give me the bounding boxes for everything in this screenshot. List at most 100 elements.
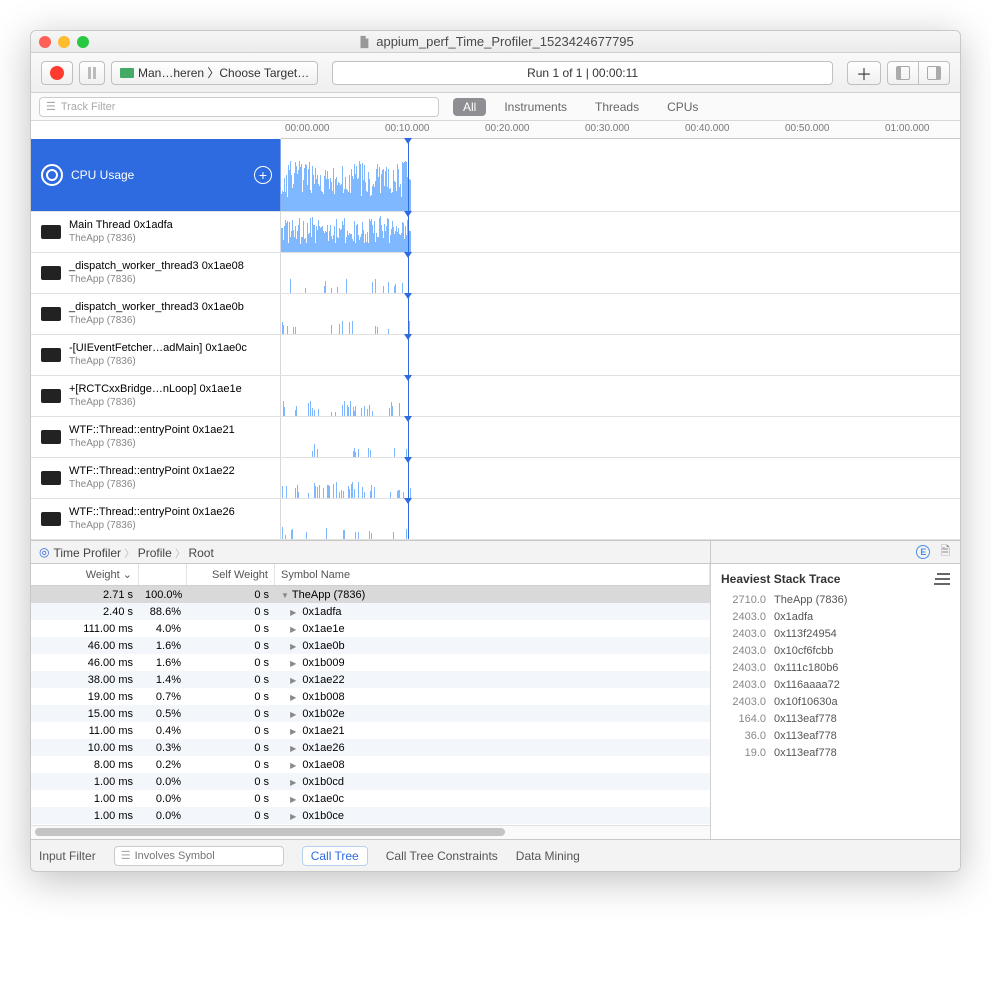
target-selector[interactable]: Man…heren 〉Choose Target… [111, 61, 318, 85]
cpu-usage-track[interactable]: CPU Usage + [31, 139, 960, 212]
playhead[interactable] [408, 253, 409, 293]
disclosure-triangle[interactable]: ▶ [290, 625, 296, 634]
thread-icon [41, 471, 61, 485]
playhead[interactable] [408, 335, 409, 375]
input-filter-label[interactable]: Input Filter [39, 849, 96, 863]
tree-row[interactable]: 2.40 s88.6%0 s ▶ 0x1adfa [31, 603, 710, 620]
filter-tab-all[interactable]: All [453, 98, 486, 116]
filter-tab-cpus[interactable]: CPUs [657, 98, 708, 116]
col-weight[interactable]: Weight ⌄ [31, 564, 139, 585]
tree-row[interactable]: 38.00 ms1.4%0 s ▶ 0x1ae22 [31, 671, 710, 688]
tree-row[interactable]: 111.00 ms4.0%0 s ▶ 0x1ae1e [31, 620, 710, 637]
col-self-weight[interactable]: Self Weight [187, 564, 275, 585]
add-instrument-button[interactable]: + [254, 166, 272, 184]
run-info[interactable]: Run 1 of 1 | 00:00:11 [332, 61, 833, 85]
breadcrumb-item[interactable]: Root [188, 546, 213, 560]
disclosure-triangle[interactable]: ▶ [290, 812, 296, 821]
footer-bar: Input Filter ☰ Call Tree Call Tree Const… [31, 839, 960, 871]
tree-row[interactable]: 1.00 ms0.0%0 s ▶ 0x1b0ce [31, 807, 710, 824]
thread-track[interactable]: +[RCTCxxBridge…nLoop] 0x1ae1eTheApp (783… [31, 376, 960, 417]
cpu-icon [41, 164, 63, 186]
tree-row[interactable]: 10.00 ms0.3%0 s ▶ 0x1ae26 [31, 739, 710, 756]
disclosure-triangle[interactable]: ▶ [290, 710, 296, 719]
thread-track[interactable]: _dispatch_worker_thread3 0x1ae0bTheApp (… [31, 294, 960, 335]
stack-row[interactable]: 2403.00x10cf6fcbb [721, 643, 950, 660]
info-button[interactable]: E [916, 545, 930, 559]
tree-row[interactable]: 1.00 ms0.0%0 s ▶ 0x1ae0c [31, 790, 710, 807]
tree-row[interactable]: 46.00 ms1.6%0 s ▶ 0x1b009 [31, 654, 710, 671]
tree-row[interactable]: 11.00 ms0.4%0 s ▶ 0x1ae21 [31, 722, 710, 739]
stack-row[interactable]: 2403.00x116aaaa72 [721, 677, 950, 694]
cpu-graph[interactable] [281, 139, 960, 211]
playhead[interactable] [408, 139, 409, 211]
disclosure-triangle[interactable]: ▶ [290, 676, 296, 685]
breadcrumb-item[interactable]: Profile [138, 546, 172, 560]
playhead[interactable] [408, 376, 409, 416]
tree-row[interactable]: 19.00 ms0.7%0 s ▶ 0x1b008 [31, 688, 710, 705]
tree-row[interactable]: 1.00 ms0.0%0 s ▶ 0x1b0cd [31, 773, 710, 790]
doc-icon[interactable]: 🗎 [940, 542, 950, 563]
playhead[interactable] [408, 499, 409, 539]
pause-button[interactable] [79, 61, 105, 85]
horizontal-scrollbar[interactable] [31, 825, 710, 839]
breadcrumb-item[interactable]: Time Profiler [53, 546, 121, 560]
involves-symbol-search[interactable]: ☰ [114, 846, 284, 866]
col-symbol[interactable]: Symbol Name [275, 564, 710, 585]
data-mining-button[interactable]: Data Mining [516, 849, 580, 863]
disclosure-triangle[interactable]: ▶ [290, 727, 296, 736]
thread-icon [41, 430, 61, 444]
stack-row[interactable]: 2403.0 0x1adfa [721, 609, 950, 626]
disclosure-triangle[interactable]: ▶ [290, 659, 296, 668]
disclosure-triangle[interactable]: ▶ [290, 778, 296, 787]
tree-row[interactable]: 8.00 ms0.2%0 s ▶ 0x1ae08 [31, 756, 710, 773]
disclosure-triangle[interactable]: ▼ [281, 591, 289, 600]
stack-row[interactable]: 2403.00x10f10630a [721, 694, 950, 711]
playhead[interactable] [408, 294, 409, 334]
filter-tab-instruments[interactable]: Instruments [494, 98, 577, 116]
disclosure-triangle[interactable]: ▶ [290, 744, 296, 753]
disclosure-triangle[interactable]: ▶ [290, 608, 296, 617]
thread-track[interactable]: Main Thread 0x1adfaTheApp (7836) [31, 212, 960, 253]
playhead[interactable] [408, 212, 409, 252]
stack-row[interactable]: 36.00x113eaf778 [721, 728, 950, 745]
filter-tab-threads[interactable]: Threads [585, 98, 649, 116]
thread-track[interactable]: WTF::Thread::entryPoint 0x1ae22TheApp (7… [31, 458, 960, 499]
time-ruler[interactable]: 00:00.00000:10.00000:20.00000:30.00000:4… [281, 121, 960, 139]
track-filter-search[interactable]: ☰ [39, 97, 439, 117]
involves-symbol-input[interactable] [135, 850, 277, 862]
stack-row[interactable]: 2403.00x113f24954 [721, 626, 950, 643]
disclosure-triangle[interactable]: ▶ [290, 761, 296, 770]
playhead[interactable] [408, 417, 409, 457]
tree-row[interactable]: 2.71 s100.0%0 s▼TheApp (7836) [31, 586, 710, 603]
detail-breadcrumb: ◎ Time Profiler 〉 Profile 〉 Root E 🗎 [31, 540, 960, 564]
thread-track[interactable]: WTF::Thread::entryPoint 0x1ae21TheApp (7… [31, 417, 960, 458]
panel-left-icon [896, 66, 910, 80]
thread-track[interactable]: -[UIEventFetcher…adMain] 0x1ae0cTheApp (… [31, 335, 960, 376]
track-filter-input[interactable] [61, 101, 432, 113]
filter-icon: ☰ [46, 100, 56, 113]
stack-settings-icon[interactable] [934, 573, 950, 585]
ruler-tick: 00:30.000 [585, 123, 630, 134]
stack-row[interactable]: 19.00x113eaf778 [721, 745, 950, 762]
add-button[interactable]: ＋ [847, 61, 881, 85]
disclosure-triangle[interactable]: ▶ [290, 693, 296, 702]
col-percent[interactable] [139, 564, 187, 585]
disclosure-triangle[interactable]: ▶ [290, 642, 296, 651]
thread-track[interactable]: _dispatch_worker_thread3 0x1ae08TheApp (… [31, 253, 960, 294]
record-button[interactable] [41, 61, 73, 85]
stack-row[interactable]: 2403.00x111c180b6 [721, 660, 950, 677]
thread-track[interactable]: WTF::Thread::entryPoint 0x1ae26TheApp (7… [31, 499, 960, 540]
device-icon [120, 68, 134, 78]
stack-row[interactable]: 2710.0TheApp (7836) [721, 592, 950, 609]
call-tree-constraints-button[interactable]: Call Tree Constraints [386, 849, 498, 863]
playhead[interactable] [408, 458, 409, 498]
tree-row[interactable]: 15.00 ms0.5%0 s ▶ 0x1b02e [31, 705, 710, 722]
call-tree-button[interactable]: Call Tree [302, 846, 368, 866]
stack-row[interactable]: 164.00x113eaf778 [721, 711, 950, 728]
ruler-tick: 00:00.000 [285, 123, 330, 134]
ruler-tick: 00:10.000 [385, 123, 430, 134]
view-left-button[interactable] [887, 61, 919, 85]
disclosure-triangle[interactable]: ▶ [290, 795, 296, 804]
view-right-button[interactable] [919, 61, 950, 85]
tree-row[interactable]: 46.00 ms1.6%0 s ▶ 0x1ae0b [31, 637, 710, 654]
